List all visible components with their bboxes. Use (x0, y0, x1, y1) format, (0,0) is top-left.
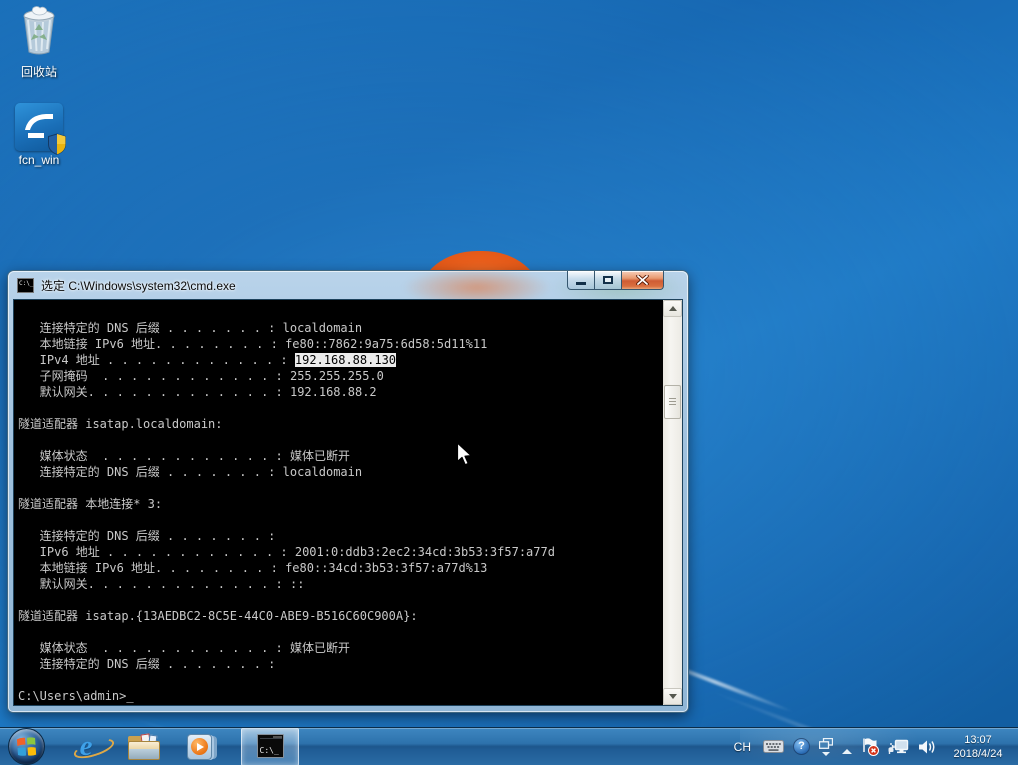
cmd-window: C:\_ 选定 C:\Windows\system32\cmd.exe 连接特定… (8, 271, 688, 712)
desktop-icon-recycle-bin[interactable]: 回收站 (0, 6, 78, 80)
taskbar: e C:\_ CH ? 13:07 2018/4/24 (0, 727, 1018, 765)
scroll-up-button[interactable] (663, 300, 682, 317)
restore-windows-icon (819, 737, 833, 749)
taskbar-cmd-button[interactable]: C:\_ (241, 727, 299, 765)
tray-time: 13:07 (964, 733, 992, 746)
cmd-window-icon: C:\_ (256, 734, 284, 758)
media-player-icon (187, 733, 217, 761)
uac-shield-icon (48, 133, 66, 155)
scroll-up-icon (668, 306, 677, 311)
minimize-icon (576, 282, 586, 285)
console: 连接特定的 DNS 后缀 . . . . . . . : localdomain… (14, 300, 682, 705)
network-icon[interactable] (888, 739, 909, 755)
action-center-icon[interactable] (861, 737, 879, 756)
cmd-icon: C:\_ (17, 278, 34, 293)
show-hidden-icons-button[interactable] (842, 749, 852, 754)
scrollbar[interactable] (663, 300, 682, 705)
window-title: 选定 C:\Windows\system32\cmd.exe (41, 279, 236, 293)
recycle-bin-icon (23, 6, 55, 55)
windows-logo-icon (16, 737, 37, 756)
close-button[interactable] (621, 271, 664, 290)
tray-date: 2018/4/24 (953, 747, 1003, 760)
scroll-down-icon (668, 694, 677, 699)
language-bar-restore[interactable] (819, 737, 833, 756)
console-output[interactable]: 连接特定的 DNS 后缀 . . . . . . . : localdomain… (14, 300, 663, 705)
desktop-icon-label: fcn_win (18, 153, 60, 167)
maximize-icon (603, 276, 613, 284)
ie-orbit-ring (71, 734, 116, 763)
desktop-icon-fcn-win[interactable]: fcn_win (0, 103, 78, 167)
window-controls (567, 271, 664, 290)
folder-icon (128, 732, 160, 760)
scrollbar-thumb[interactable] (664, 385, 681, 419)
taskbar-media-player-icon[interactable] (185, 728, 219, 765)
scrollbar-track[interactable] (663, 317, 682, 688)
taskbar-explorer-icon[interactable] (127, 728, 161, 765)
fcn-win-icon (15, 103, 66, 155)
close-icon (636, 275, 649, 285)
help-icon[interactable]: ? (793, 738, 810, 755)
maximize-button[interactable] (594, 271, 622, 290)
start-button[interactable] (8, 728, 45, 765)
system-tray: CH ? 13:07 2018/4/24 (731, 731, 1018, 763)
internet-explorer-icon: e (71, 732, 116, 763)
keyboard-icon[interactable] (763, 739, 784, 754)
language-indicator[interactable]: CH (731, 738, 754, 756)
minimize-button[interactable] (567, 271, 595, 290)
dropdown-arrow-icon (822, 751, 830, 756)
volume-icon[interactable] (918, 739, 937, 755)
taskbar-ie-icon[interactable]: e (69, 728, 116, 765)
scroll-down-button[interactable] (663, 688, 682, 705)
clock[interactable]: 13:07 2018/4/24 (946, 731, 1010, 763)
desktop-icon-label: 回收站 (20, 65, 57, 79)
